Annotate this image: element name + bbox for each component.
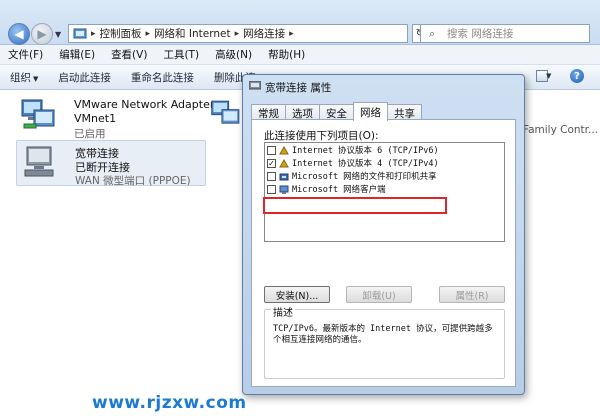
history-dropdown-icon[interactable]: ▼ xyxy=(55,30,61,39)
breadcrumb-item-network-internet[interactable]: 网络和 Internet xyxy=(154,26,231,41)
menu-tools[interactable]: 工具(T) xyxy=(155,47,207,62)
checkbox-ipv6[interactable] xyxy=(267,146,276,155)
adapter-status: 已启用 xyxy=(74,128,106,140)
breadcrumb-item-control-panel[interactable]: 控制面板 xyxy=(100,26,142,41)
broadband-connection-icon xyxy=(24,146,54,177)
search-input[interactable]: ⌕ 搜索 网络连接 xyxy=(420,24,590,43)
forward-button[interactable]: ▶ xyxy=(31,23,53,45)
menu-help[interactable]: 帮助(H) xyxy=(260,47,313,62)
adapter-device: WAN 微型端口 (PPPOE) xyxy=(75,175,191,187)
network-client-icon xyxy=(279,185,289,194)
list-item-broadband[interactable]: 宽带连接 已断开连接 WAN 微型端口 (PPPOE) xyxy=(16,140,206,187)
list-item-network-client[interactable]: Microsoft 网络客户端 xyxy=(265,184,504,197)
organize-button[interactable]: 组织 ▼ xyxy=(0,70,48,85)
checkbox-file-printer-sharing[interactable] xyxy=(267,172,276,181)
protocol-icon xyxy=(279,146,289,155)
address-bar: ◀ ▶ ▼ ▸ 控制面板 ▸ 网络和 Internet ▸ 网络连接 ▸ ↻ ⌕… xyxy=(0,0,600,45)
search-placeholder: 搜索 网络连接 xyxy=(447,28,514,40)
breadcrumb-separator-icon: ▸ xyxy=(91,28,96,39)
highlight-box xyxy=(263,197,447,214)
rename-connection-button[interactable]: 重命名此连接 xyxy=(121,70,204,85)
menu-bar: 文件(F) 编辑(E) 查看(V) 工具(T) 高级(N) 帮助(H) xyxy=(0,45,600,65)
network-adapter-icon xyxy=(211,100,240,124)
breadcrumb-separator-icon: ▸ xyxy=(234,28,240,39)
breadcrumb-separator-icon: ▸ xyxy=(289,28,294,39)
tab-panel: 此连接使用下列项目(O): Internet 协议版本 6 (TCP/IPv6)… xyxy=(251,119,516,387)
arrow-right-icon: ▶ xyxy=(37,27,47,41)
arrow-left-icon: ◀ xyxy=(14,27,24,41)
install-button[interactable]: 安装(N)... xyxy=(264,286,330,303)
description-text: TCP/IPv6。最新版本的 Internet 协议，可提供跨越多个相互连接网络… xyxy=(273,324,493,345)
checkbox-ipv4[interactable]: ✓ xyxy=(267,159,276,168)
watermark: www.rjzxw.com xyxy=(92,393,247,413)
dialog-title: 宽带连接 属性 xyxy=(265,82,332,94)
adapter-subname: VMnet1 xyxy=(74,112,117,125)
breadcrumb-item-network-connections[interactable]: 网络连接 xyxy=(243,26,285,41)
list-item-ipv6[interactable]: Internet 协议版本 6 (TCP/IPv6) xyxy=(265,145,504,158)
help-icon[interactable]: ? xyxy=(570,69,584,83)
items-listbox[interactable]: Internet 协议版本 6 (TCP/IPv6) ✓ Internet 协议… xyxy=(264,142,505,242)
description-title: 描述 xyxy=(271,304,295,319)
breadcrumb[interactable]: ▸ 控制面板 ▸ 网络和 Internet ▸ 网络连接 ▸ xyxy=(68,24,408,43)
description-group: 描述 TCP/IPv6。最新版本的 Internet 协议，可提供跨越多个相互连… xyxy=(264,304,505,379)
properties-button[interactable]: 属性(R) xyxy=(439,286,505,303)
menu-file[interactable]: 文件(F) xyxy=(0,47,51,62)
network-adapter-icon xyxy=(21,99,55,129)
back-button[interactable]: ◀ xyxy=(8,23,30,45)
search-icon: ⌕ xyxy=(429,27,436,40)
control-panel-icon xyxy=(73,28,87,38)
adapter-device-partial: Family Contr... xyxy=(523,124,599,136)
menu-view[interactable]: 查看(V) xyxy=(103,47,155,62)
sharing-service-icon xyxy=(279,173,289,181)
tab-bar: 常规 选项 安全 网络 共享 xyxy=(251,102,422,121)
chevron-down-icon[interactable]: ▼ xyxy=(546,72,554,84)
item-label: Microsoft 网络的文件和打印机共享 xyxy=(292,172,437,182)
tab-networking[interactable]: 网络 xyxy=(353,102,388,121)
connection-title-icon xyxy=(249,81,261,90)
item-label: Microsoft 网络客户端 xyxy=(292,185,386,195)
breadcrumb-separator-icon: ▸ xyxy=(145,28,151,39)
protocol-icon xyxy=(279,159,289,168)
menu-edit[interactable]: 编辑(E) xyxy=(51,47,103,62)
adapter-name: VMware Network Adapter xyxy=(74,98,215,111)
organize-label: 组织 xyxy=(10,71,31,84)
checkbox-network-client[interactable] xyxy=(267,185,276,194)
menu-advanced[interactable]: 高级(N) xyxy=(207,47,260,62)
item-label: Internet 协议版本 4 (TCP/IPv4) xyxy=(292,159,439,169)
list-item-ipv4[interactable]: ✓ Internet 协议版本 4 (TCP/IPv4) xyxy=(265,158,504,171)
items-label: 此连接使用下列项目(O): xyxy=(264,130,379,142)
item-label: Internet 协议版本 6 (TCP/IPv6) xyxy=(292,146,439,156)
chevron-down-icon: ▼ xyxy=(33,74,39,83)
list-item-vmnet1[interactable]: VMware Network Adapter VMnet1 已启用 xyxy=(16,94,214,140)
list-item-file-printer-sharing[interactable]: Microsoft 网络的文件和打印机共享 xyxy=(265,171,504,184)
start-connection-button[interactable]: 启动此连接 xyxy=(48,70,121,85)
uninstall-button[interactable]: 卸载(U) xyxy=(346,286,412,303)
properties-dialog: 宽带连接 属性 常规 选项 安全 网络 共享 此连接使用下列项目(O): Int… xyxy=(242,74,525,395)
